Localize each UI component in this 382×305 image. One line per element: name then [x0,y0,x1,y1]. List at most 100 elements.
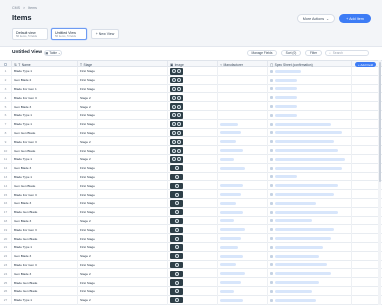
table-row[interactable]: 21 Blade Type 1 First Stage [0,243,382,252]
table-row[interactable]: 12 Gen Blade 3 First Stage [0,163,382,173]
spec-sheet-file[interactable] [275,149,338,153]
spec-sheet-file[interactable] [275,78,298,82]
table-layout-toggle[interactable]: ▦ Table ⌄ [44,49,62,56]
sort-button[interactable]: Sort (0) [281,50,301,56]
add-item-label: + Add Item [346,16,364,21]
table-row[interactable]: 19 Blade For Gen 3 First Stage [0,225,382,235]
table-row[interactable]: 3 Blade For Gen 1 First Stage [0,84,382,94]
blade-thumbnail[interactable] [170,156,183,163]
spec-sheet-file[interactable] [275,219,312,223]
image-cell [168,146,218,155]
manage-fields-button[interactable]: Manage Fields [247,50,277,56]
spec-sheet-file[interactable] [275,166,342,170]
blade-thumbnail[interactable] [170,270,183,278]
table-row[interactable]: 8 Gen Gen Blade First Stage [0,128,382,138]
blade-thumbnail[interactable] [170,173,183,181]
blade-thumbnail[interactable] [170,164,183,172]
table-row[interactable]: 11 Blade Type 1 Stage 2 [0,155,382,164]
spec-sheet-file[interactable] [275,184,338,188]
scrollbar-thumb[interactable] [378,62,381,182]
blade-thumbnail[interactable] [170,279,183,286]
blade-thumbnail[interactable] [170,235,183,242]
table-row[interactable]: 13 Blade Type 1 First Stage [0,172,382,182]
table-row[interactable]: 10 Gen Gen Blade First Stage [0,146,382,155]
blade-thumbnail[interactable] [170,217,183,225]
more-actions-button[interactable]: More Actions ⌄ [297,14,335,23]
spec-sheet-file[interactable] [275,193,335,197]
blade-thumbnail[interactable] [170,208,183,216]
search-input[interactable]: ⌕ Search [325,50,369,56]
table-row[interactable]: 25 Blade Gen Blade First Stage [0,278,382,287]
view-tab-default[interactable]: Default view 56 items, 5 fields [12,28,48,40]
blade-thumbnail[interactable] [170,129,183,137]
spec-sheet-file[interactable] [275,157,346,161]
select-all-checkbox[interactable] [3,62,8,67]
spec-sheet-file[interactable] [275,122,331,126]
spec-sheet-file[interactable] [275,105,298,109]
table-row[interactable]: 26 Blade Gen Blade First Stage [0,287,382,296]
spec-sheet-file[interactable] [275,228,335,232]
table-row[interactable]: 18 Gen Blade 3 Stage 2 [0,216,382,226]
blade-thumbnail[interactable] [170,112,183,119]
blade-thumbnail[interactable] [170,191,183,198]
table-row[interactable]: 15 Blade For Gen 3 First Stage [0,190,382,199]
blade-thumbnail[interactable] [170,68,183,75]
add-item-button[interactable]: + Add Item [339,14,371,23]
table-row[interactable]: 24 Gen Blade 3 Stage 2 [0,269,382,279]
blade-thumbnail[interactable] [170,76,183,84]
blade-thumbnail[interactable] [170,244,183,251]
blade-thumbnail[interactable] [170,200,183,207]
blade-thumbnail[interactable] [170,147,183,154]
blade-thumbnail[interactable] [170,103,183,110]
table-row[interactable]: 16 Gen Blade 3 First Stage [0,199,382,208]
spec-sheet-file[interactable] [275,113,298,117]
spec-sheet-file[interactable] [275,87,298,91]
item-stage: First Stage [80,86,95,91]
table-row[interactable]: 23 Blade For Gen 3 First Stage [0,260,382,270]
spec-sheet-file[interactable] [275,131,342,135]
table-row[interactable]: 7 Blade Type 1 First Stage [0,119,382,129]
spec-sheet-file[interactable] [275,263,327,267]
vertical-scrollbar[interactable] [378,60,381,305]
table-row[interactable]: 17 Blade Gen Blade First Stage [0,207,382,217]
filter-button[interactable]: Filter [305,50,322,56]
blade-thumbnail[interactable] [170,296,183,304]
spec-sheet-file[interactable] [275,237,331,241]
table-row[interactable]: 5 Gen Blade 3 Stage 2 [0,102,382,111]
table-row[interactable]: 1 Blade Type 1 First Stage [0,67,382,76]
blade-thumbnail[interactable] [170,85,183,93]
spec-sheet-file[interactable] [275,210,338,214]
table-row[interactable]: 27 Blade Type 1 Stage 2 [0,295,382,305]
name-cell: Blade For Gen 3 [12,225,78,235]
table-row[interactable]: 6 Blade Type 1 First Stage [0,111,382,120]
new-view-button[interactable]: + New View [91,29,119,39]
spec-sheet-file[interactable] [275,272,331,276]
table-row[interactable]: 9 Blade For Gen 3 Stage 2 [0,137,382,147]
spec-sheet-file[interactable] [275,254,320,258]
breadcrumb-cms[interactable]: CMS [12,6,20,10]
table-row[interactable]: 22 Gen Blade 3 Stage 2 [0,251,382,261]
blade-thumbnail[interactable] [170,182,183,190]
spec-sheet-file[interactable] [275,298,316,302]
table-row[interactable]: 20 Blade Gen Blade First Stage [0,234,382,243]
blade-thumbnail[interactable] [170,288,183,295]
table-row[interactable]: 4 Blade For Gen 3 Stage 2 [0,93,382,103]
view-tab-untitled[interactable]: Untitled View 56 items, 5 fields [51,28,87,40]
table-row[interactable]: 14 Gen Gen Blade First Stage [0,181,382,191]
spec-sheet-file[interactable] [275,175,298,179]
blade-thumbnail[interactable] [170,120,183,128]
blade-thumbnail[interactable] [170,261,183,269]
blade-thumbnail[interactable] [170,226,183,234]
table-row[interactable]: 2 Gen Blade 2 First Stage [0,75,382,85]
blade-thumbnail[interactable] [170,94,183,102]
spec-sheet-file[interactable] [275,281,320,285]
blade-thumbnail[interactable] [170,252,183,260]
spec-sheet-file[interactable] [275,289,312,293]
spec-sheet-file[interactable] [275,69,301,73]
name-cell: Blade Gen Blade [12,287,78,296]
blade-thumbnail[interactable] [170,138,183,146]
spec-sheet-file[interactable] [275,245,324,249]
spec-sheet-file[interactable] [275,201,316,205]
spec-sheet-file[interactable] [275,96,298,100]
spec-sheet-file[interactable] [275,140,335,144]
